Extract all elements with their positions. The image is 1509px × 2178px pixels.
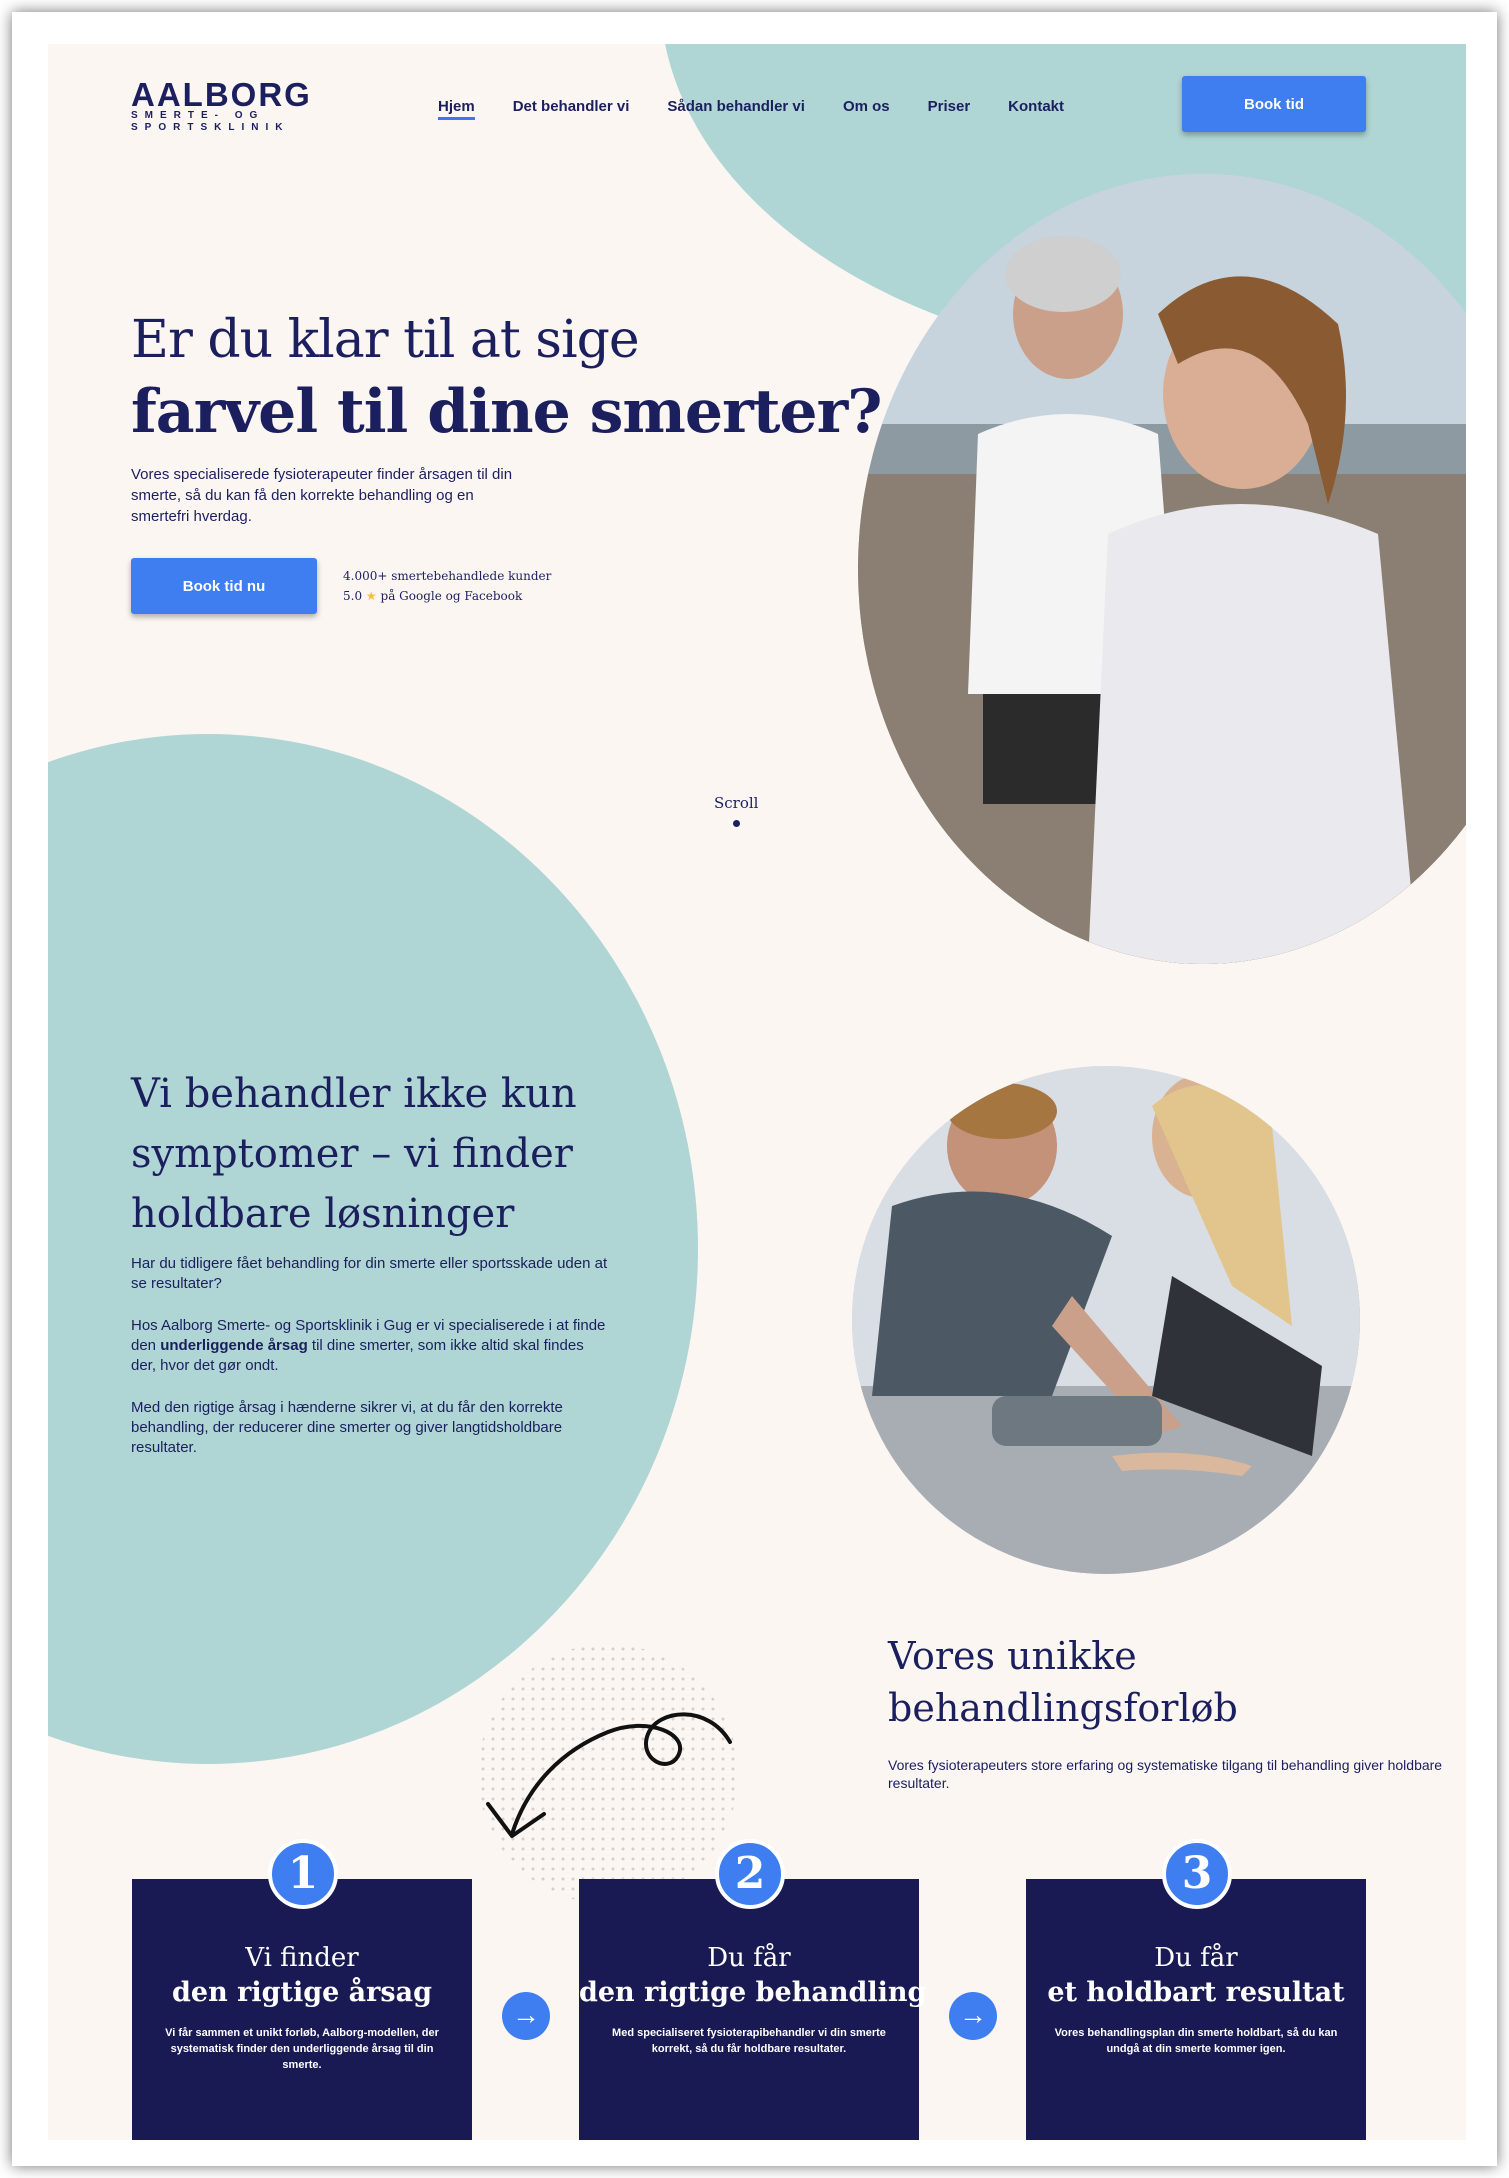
logo-line1: AALBORG <box>131 76 312 113</box>
hero-title: Er du klar til at sige farvel til dine s… <box>131 304 882 448</box>
book-tid-nu-button[interactable]: Book tid nu <box>131 558 317 614</box>
logo-line3: SPORTSKLINIK <box>131 122 290 133</box>
section2-paragraph2: Hos Aalborg Smerte- og Sportsklinik i Gu… <box>131 1316 611 1376</box>
section2-body: Har du tidligere fået behandling for din… <box>131 1254 611 1480</box>
nav-item-priser[interactable]: Priser <box>928 98 971 120</box>
section2-title-line1: Vi behandler ikke kun <box>131 1071 577 1117</box>
arrow-right-icon: → <box>949 1992 997 2040</box>
step-number-badge: 2 <box>715 1839 785 1909</box>
step-title-line1: Du får <box>707 1943 791 1973</box>
step-title-line2: den rigtige behandling <box>579 1977 927 2008</box>
step-number-badge: 1 <box>268 1839 338 1909</box>
scroll-label: Scroll <box>714 794 759 812</box>
nav-item-det-behandler-vi[interactable]: Det behandler vi <box>513 98 630 120</box>
section2-paragraph3: Med den rigtige årsag i hænderne sikrer … <box>131 1399 563 1456</box>
section2-title-line2: symptomer – vi finder <box>131 1131 573 1177</box>
step-description: Vi får sammen et unikt forløb, Aalborg-m… <box>165 2027 439 2071</box>
section3-title-line1: Vores unikke <box>888 1634 1137 1678</box>
nav-item-saadan-behandler-vi[interactable]: Sådan behandler vi <box>667 98 805 120</box>
section2-paragraph1: Har du tidligere fået behandling for din… <box>131 1255 608 1292</box>
nav-item-om-os[interactable]: Om os <box>843 98 890 120</box>
main-nav: Hjem Det behandler vi Sådan behandler vi… <box>438 98 1064 120</box>
section3-intro: Vores fysioterapeuters store erfaring og… <box>888 1757 1443 1791</box>
arrow-right-icon: → <box>502 1992 550 2040</box>
step-title-line1: Du får <box>1154 1943 1238 1973</box>
section2-title: Vi behandler ikke kun symptomer – vi fin… <box>131 1064 577 1244</box>
section3-title: Vores unikke behandlingsforløb <box>888 1630 1238 1734</box>
scroll-indicator[interactable]: Scroll <box>714 794 758 827</box>
rating-customers: 4.000+ smertebehandlede kunder <box>343 569 552 583</box>
curved-arrow-icon <box>486 1712 732 1838</box>
rating-source: på Google og Facebook <box>380 589 523 603</box>
step-title-line1: Vi finder <box>245 1943 359 1973</box>
step-description: Vores behandlingsplan din smerte holdbar… <box>1054 2027 1338 2055</box>
page: AALBORG SMERTE- OG SPORTSKLINIK Hjem Det… <box>48 44 1466 2140</box>
section3-title-line2: behandlingsforløb <box>888 1686 1238 1730</box>
step-title-line2: et holdbart resultat <box>1047 1977 1345 2008</box>
rating-score-line: 5.0 ★ på Google og Facebook <box>343 586 551 606</box>
screenshot-frame: AALBORG SMERTE- OG SPORTSKLINIK Hjem Det… <box>12 12 1497 2166</box>
hero-paragraph: Vores specialiserede fysioterapeuter fin… <box>131 466 513 525</box>
nav-item-hjem[interactable]: Hjem <box>438 98 475 120</box>
section2-title-line3: holdbare løsninger <box>131 1191 515 1237</box>
step-description: Med specialiseret fysioterapibehandler v… <box>612 2027 886 2055</box>
treatment-photo <box>852 1066 1360 1574</box>
step-number-badge: 3 <box>1162 1839 1232 1909</box>
step-card-1: 1 Vi finder den rigtige årsag Vi får sam… <box>132 1839 472 2140</box>
nav-item-kontakt[interactable]: Kontakt <box>1008 98 1064 120</box>
hero-title-line2: farvel til dine smerter? <box>131 377 882 447</box>
hero-title-line1: Er du klar til at sige <box>131 310 640 370</box>
rating-info: 4.000+ smertebehandlede kunder 5.0 ★ på … <box>343 566 551 606</box>
star-icon: ★ <box>365 589 377 603</box>
decorative-blob-left <box>48 734 698 1764</box>
scroll-dot-icon <box>732 820 740 827</box>
section2-p2-bold: underliggende årsag <box>160 1337 308 1354</box>
step-card-3: 3 Du får et holdbart resultat Vores beha… <box>1026 1839 1366 2140</box>
logo[interactable]: AALBORG SMERTE- OG SPORTSKLINIK <box>131 76 312 134</box>
rating-score: 5.0 <box>343 589 363 603</box>
treatment-photo-illustration <box>852 1066 1360 1574</box>
step-title-line2: den rigtige årsag <box>172 1977 432 2008</box>
step-card-2: 2 Du får den rigtige behandling Med spec… <box>579 1839 927 2140</box>
book-tid-button[interactable]: Book tid <box>1182 76 1366 132</box>
